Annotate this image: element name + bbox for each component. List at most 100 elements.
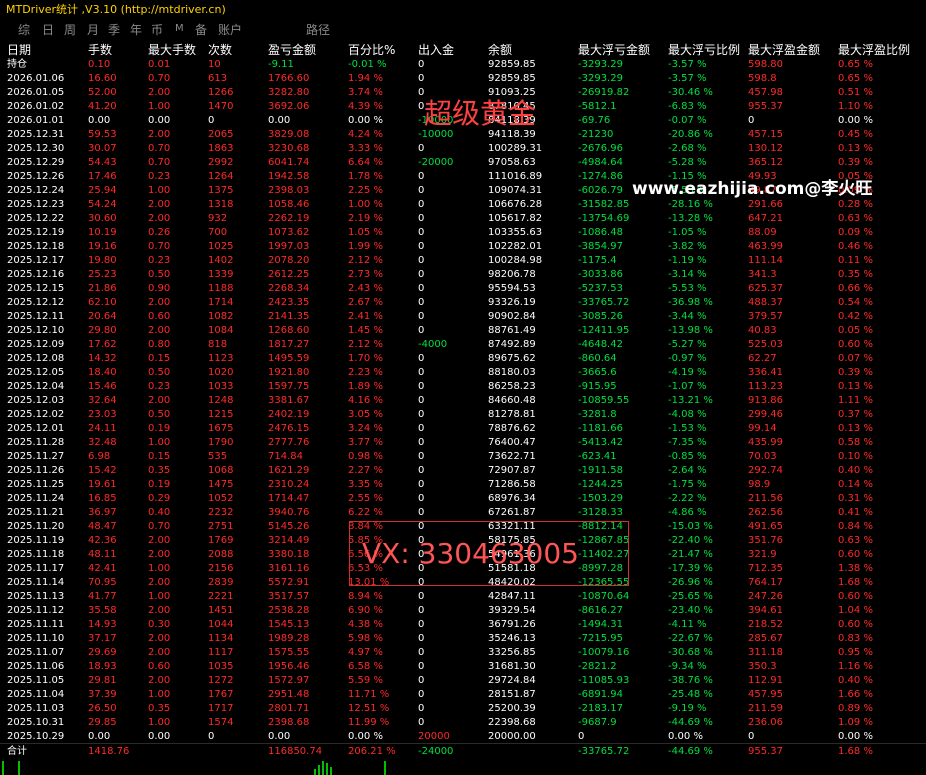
cell-max-float-profit: 62.27 — [748, 353, 777, 364]
cell-lots: 17.46 — [88, 171, 117, 182]
cell-date: 2025.12.31 — [7, 129, 65, 140]
cell-balance: 88761.49 — [488, 325, 536, 336]
cell-date: 2025.12.04 — [7, 381, 65, 392]
cell-max-float-loss-pct: -17.39 % — [668, 563, 713, 574]
tab-year[interactable]: 年 — [130, 21, 142, 38]
cell-max-float-loss: -9687.9 — [578, 717, 617, 728]
cell-max-float-profit: 88.09 — [748, 227, 777, 238]
cell-max-float-profit-pct: 1.68 % — [838, 746, 873, 757]
cell-percent: 2.12 % — [348, 255, 383, 266]
cell-max-float-loss-pct: -1.19 % — [668, 255, 707, 266]
cell-pnl: 1817.27 — [268, 339, 310, 350]
cell-lots: 16.60 — [88, 73, 117, 84]
cell-balance: 29724.84 — [488, 675, 536, 686]
cell-max-lots: 2.00 — [148, 395, 171, 406]
cell-count: 700 — [208, 227, 228, 238]
cell-pnl: 2423.35 — [268, 297, 310, 308]
cell-percent: 2.67 % — [348, 297, 383, 308]
table-row: 2025.12.23 54.24 2.00 1318 1058.46 1.00 % 0 106… — [0, 198, 926, 212]
cell-balance: 76400.47 — [488, 437, 536, 448]
cell-max-lots: 0.01 — [148, 59, 171, 70]
cell-percent: 2.25 % — [348, 185, 383, 196]
cell-pnl: 1575.55 — [268, 647, 310, 658]
cell-pnl: 5572.91 — [268, 577, 310, 588]
cell-max-lots: 0.15 — [148, 353, 171, 364]
cell-percent: 1.70 % — [348, 353, 383, 364]
cell-date: 2025.11.28 — [7, 437, 65, 448]
cell-count: 1475 — [208, 479, 234, 490]
tab-backup[interactable]: 备 — [195, 21, 207, 38]
cell-pnl: 1621.29 — [268, 465, 310, 476]
tab-path[interactable]: 路径 — [306, 21, 330, 38]
cell-deposit: 0 — [418, 605, 425, 616]
table-row: 2025.11.03 26.50 0.35 1717 2801.71 12.51 % 0 25… — [0, 702, 926, 716]
cell-balance: 103355.63 — [488, 227, 543, 238]
cell-max-float-loss: -8616.27 — [578, 605, 623, 616]
cell-date: 2025.12.18 — [7, 241, 65, 252]
cell-max-float-loss-pct: -2.68 % — [668, 143, 707, 154]
cell-pnl: 2078.20 — [268, 255, 310, 266]
cell-percent: 0.98 % — [348, 451, 383, 462]
table-row: 2025.11.21 36.97 0.40 2232 3940.76 6.22 % 0 672… — [0, 506, 926, 520]
cell-pnl: 3380.18 — [268, 549, 310, 560]
cell-count: 0 — [208, 115, 215, 126]
column-header-max-float-loss-pct: 最大浮亏比例 — [668, 43, 741, 57]
cell-count: 2992 — [208, 157, 234, 168]
cell-count: 2839 — [208, 577, 234, 588]
tab-currency[interactable]: 币 — [151, 21, 163, 38]
cell-lots: 29.80 — [88, 325, 117, 336]
cell-max-float-profit: 336.41 — [748, 367, 783, 378]
tab-month[interactable]: 月 — [87, 21, 99, 38]
cell-date: 合计 — [7, 746, 27, 757]
cell-date: 2025.12.12 — [7, 297, 65, 308]
cell-percent: 3.33 % — [348, 143, 383, 154]
chart-tick — [18, 761, 20, 775]
cell-max-lots: 0.70 — [148, 143, 171, 154]
cell-date: 2025.11.06 — [7, 661, 65, 672]
cell-balance: 100284.98 — [488, 255, 543, 266]
column-header-date: 日期 — [7, 43, 32, 57]
table-row: 2025.11.25 19.61 0.19 1475 2310.24 3.35 % 0 712… — [0, 478, 926, 492]
cell-percent: 0.00 % — [348, 731, 383, 742]
cell-percent: 2.19 % — [348, 213, 383, 224]
tab-account[interactable]: 账户 — [218, 21, 242, 38]
cell-deposit: 0 — [418, 367, 425, 378]
cell-percent: 1.99 % — [348, 241, 383, 252]
cell-max-float-loss-pct: -20.86 % — [668, 129, 713, 140]
cell-count: 1117 — [208, 647, 234, 658]
cell-count: 1675 — [208, 423, 234, 434]
cell-pnl: 1268.60 — [268, 325, 310, 336]
cell-lots: 19.61 — [88, 479, 117, 490]
cell-max-float-profit: 394.61 — [748, 605, 783, 616]
cell-max-float-profit-pct: 0.05 % — [838, 325, 873, 336]
tab-quarter[interactable]: 季 — [108, 21, 120, 38]
cell-lots: 29.81 — [88, 675, 117, 686]
table-row: 2025.11.27 6.98 0.15 535 714.84 0.98 % 0 73622.… — [0, 450, 926, 464]
cell-percent: 8.94 % — [348, 591, 383, 602]
cell-percent: 1.45 % — [348, 325, 383, 336]
tab-day[interactable]: 日 — [42, 21, 54, 38]
tab-m[interactable]: M — [175, 23, 184, 34]
cell-lots: 41.20 — [88, 101, 117, 112]
cell-max-lots: 0.50 — [148, 367, 171, 378]
cell-deposit: -4000 — [418, 339, 448, 350]
cell-count: 1084 — [208, 325, 234, 336]
cell-percent: 2.43 % — [348, 283, 383, 294]
tab-overview[interactable]: 综 — [18, 21, 30, 38]
cell-max-lots: 0.19 — [148, 479, 171, 490]
cell-max-float-loss: -1274.86 — [578, 171, 623, 182]
cell-lots: 0.00 — [88, 115, 111, 126]
cell-date: 2025.10.31 — [7, 717, 65, 728]
tab-bar: 综 日 周 月 季 年 币 M 备 账户 路径 — [0, 20, 926, 38]
cell-max-float-profit: 955.37 — [748, 746, 783, 757]
cell-date: 2025.12.02 — [7, 409, 65, 420]
cell-max-float-loss-pct: -0.85 % — [668, 451, 707, 462]
cell-max-float-profit: 211.56 — [748, 493, 783, 504]
watermark-contact: VX: 330463005 — [362, 537, 579, 570]
cell-max-float-profit-pct: 1.38 % — [838, 563, 873, 574]
cell-count: 818 — [208, 339, 228, 350]
tab-week[interactable]: 周 — [64, 21, 76, 38]
cell-max-lots: 0.26 — [148, 227, 171, 238]
table-row: 2025.11.28 32.48 1.00 1790 2777.76 3.77 % 0 764… — [0, 436, 926, 450]
cell-max-float-loss: -623.41 — [578, 451, 617, 462]
